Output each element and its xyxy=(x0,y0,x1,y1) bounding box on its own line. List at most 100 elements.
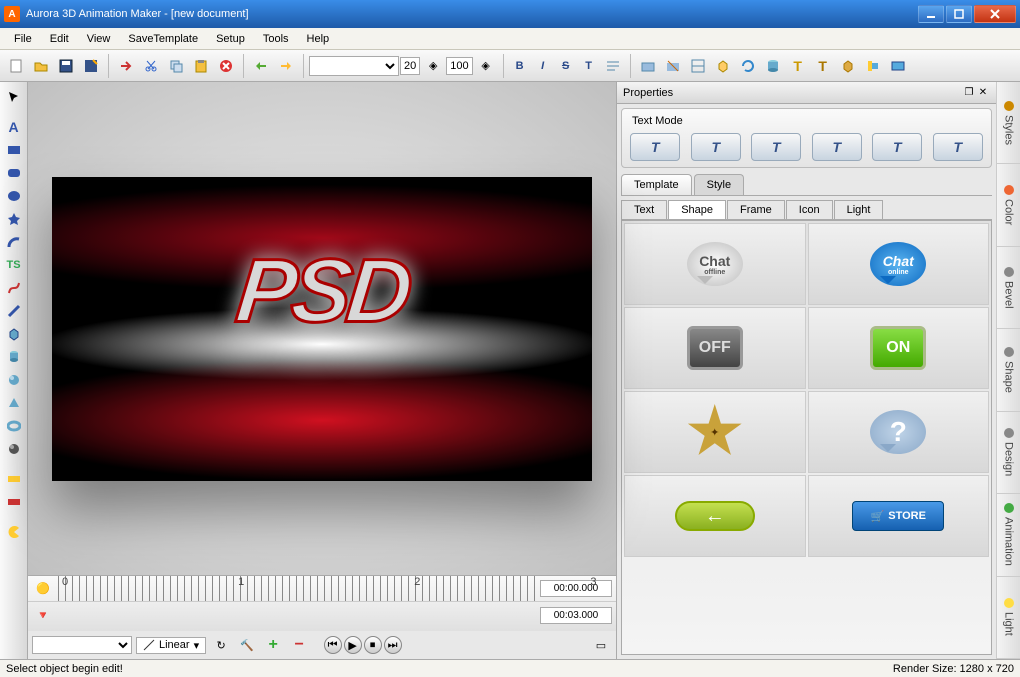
subtab-icon[interactable]: Icon xyxy=(786,200,833,219)
panel-undock-icon[interactable]: ❐ xyxy=(962,86,976,100)
shape-off-button[interactable]: OFF xyxy=(624,307,806,389)
maximize-button[interactable] xyxy=(946,5,972,23)
timeline-end-icon[interactable]: 🔻 xyxy=(32,604,54,626)
text-t-button[interactable]: T xyxy=(578,55,600,77)
line-tool-icon[interactable] xyxy=(3,300,25,322)
ellipse-tool-icon[interactable] xyxy=(3,185,25,207)
paste-icon[interactable] xyxy=(189,54,213,78)
cylinder-icon[interactable] xyxy=(761,54,785,78)
text3d-1-icon[interactable]: T xyxy=(786,54,810,78)
undo-icon[interactable] xyxy=(249,54,273,78)
align-icon[interactable] xyxy=(601,54,625,78)
shape-tool-1-icon[interactable] xyxy=(636,54,660,78)
shape-chat-online[interactable]: Chat online xyxy=(808,223,990,305)
goto-end-icon[interactable]: ⏭ xyxy=(384,636,402,654)
ts-tool-icon[interactable]: TS xyxy=(3,254,25,276)
menu-view[interactable]: View xyxy=(79,31,119,47)
menu-file[interactable]: File xyxy=(6,31,40,47)
refresh-icon[interactable] xyxy=(736,54,760,78)
textmode-3[interactable]: T xyxy=(751,133,801,161)
open-icon[interactable] xyxy=(29,54,53,78)
shape-badge[interactable]: ✦ xyxy=(624,391,806,473)
play-icon[interactable]: ▶ xyxy=(344,636,362,654)
ball-tool-icon[interactable] xyxy=(3,438,25,460)
textmode-1[interactable]: T xyxy=(630,133,680,161)
torus-tool-icon[interactable] xyxy=(3,415,25,437)
color2-tool-icon[interactable] xyxy=(3,491,25,513)
save-icon[interactable] xyxy=(54,54,78,78)
timeline-hammer-icon[interactable]: 🔨 xyxy=(236,634,258,656)
screen-icon[interactable] xyxy=(886,54,910,78)
size-a-stepper-icon[interactable]: ◈ xyxy=(421,54,445,78)
cube-icon[interactable] xyxy=(711,54,735,78)
new-icon[interactable] xyxy=(4,54,28,78)
bold-button[interactable]: B xyxy=(509,55,531,77)
panel-close-icon[interactable]: ✕ xyxy=(976,86,990,100)
shape-tool-3-icon[interactable] xyxy=(686,54,710,78)
sidetab-bevel[interactable]: Bevel xyxy=(997,247,1020,329)
subtab-shape[interactable]: Shape xyxy=(668,200,726,219)
shape-question[interactable]: ? xyxy=(808,391,990,473)
path-tool-icon[interactable] xyxy=(3,277,25,299)
timeline-refresh-icon[interactable]: ↻ xyxy=(210,634,232,656)
size-a-input[interactable]: 20 xyxy=(400,57,420,75)
text-a-tool-icon[interactable]: A xyxy=(3,116,25,138)
sidetab-design[interactable]: Design xyxy=(997,412,1020,494)
stop-icon[interactable]: ⏹ xyxy=(364,636,382,654)
timeline-remove-icon[interactable]: − xyxy=(288,634,310,656)
sidetab-light[interactable]: Light xyxy=(997,577,1020,659)
timeline-add-icon[interactable]: + xyxy=(262,634,284,656)
redo-icon[interactable] xyxy=(274,54,298,78)
pacman-tool-icon[interactable] xyxy=(3,521,25,543)
arc-tool-icon[interactable] xyxy=(3,231,25,253)
sidetab-color[interactable]: Color xyxy=(997,164,1020,246)
timeline-start-icon[interactable]: 🟡 xyxy=(32,578,54,600)
pointer-tool-icon[interactable] xyxy=(3,86,25,108)
textmode-5[interactable]: T xyxy=(872,133,922,161)
roundrect-tool-icon[interactable] xyxy=(3,162,25,184)
delete-icon[interactable] xyxy=(214,54,238,78)
size-b-stepper-icon[interactable]: ◈ xyxy=(474,54,498,78)
cut-icon[interactable] xyxy=(139,54,163,78)
textmode-2[interactable]: T xyxy=(691,133,741,161)
close-button[interactable] xyxy=(974,5,1016,23)
subtab-frame[interactable]: Frame xyxy=(727,200,785,219)
export-icon[interactable] xyxy=(114,54,138,78)
sidetab-animation[interactable]: Animation xyxy=(997,494,1020,576)
shape-chat-offline[interactable]: Chat offline xyxy=(624,223,806,305)
strike-button[interactable]: S xyxy=(555,55,577,77)
tab-template[interactable]: Template xyxy=(621,174,692,195)
cone-tool-icon[interactable] xyxy=(3,392,25,414)
menu-edit[interactable]: Edit xyxy=(42,31,77,47)
shape-grid[interactable]: Chat offline Chat online OFF xyxy=(621,220,992,655)
shape-store-button[interactable]: 🛒STORE xyxy=(808,475,990,557)
text3d-2-icon[interactable]: T xyxy=(811,54,835,78)
timeline-end-time[interactable]: 00:03.000 xyxy=(540,607,612,624)
subtab-text[interactable]: Text xyxy=(621,200,667,219)
copy-icon[interactable] xyxy=(164,54,188,78)
sidetab-shape[interactable]: Shape xyxy=(997,329,1020,411)
subtab-light[interactable]: Light xyxy=(834,200,884,219)
menu-help[interactable]: Help xyxy=(299,31,338,47)
timeline-scale[interactable]: 0 1 2 3 xyxy=(58,576,536,601)
minimize-button[interactable] xyxy=(918,5,944,23)
timeline-mode-select[interactable] xyxy=(32,636,132,654)
canvas-viewport[interactable]: PSD xyxy=(28,82,616,575)
shape-tool-2-icon[interactable] xyxy=(661,54,685,78)
flag-icon[interactable] xyxy=(861,54,885,78)
saveas-icon[interactable] xyxy=(79,54,103,78)
shape-arrow-pill[interactable]: ← xyxy=(624,475,806,557)
goto-start-icon[interactable]: ⏮ xyxy=(324,636,342,654)
rect-tool-icon[interactable] xyxy=(3,139,25,161)
textmode-6[interactable]: T xyxy=(933,133,983,161)
textmode-4[interactable]: T xyxy=(812,133,862,161)
star-tool-icon[interactable] xyxy=(3,208,25,230)
menu-savetemplate[interactable]: SaveTemplate xyxy=(120,31,206,47)
tab-style[interactable]: Style xyxy=(694,174,744,195)
size-b-input[interactable]: 100 xyxy=(446,57,472,75)
color1-tool-icon[interactable] xyxy=(3,468,25,490)
shape-on-button[interactable]: ON xyxy=(808,307,990,389)
font-select[interactable] xyxy=(309,56,399,76)
timeline-expand-icon[interactable]: ▭ xyxy=(590,634,612,656)
sidetab-styles[interactable]: Styles xyxy=(997,82,1020,164)
